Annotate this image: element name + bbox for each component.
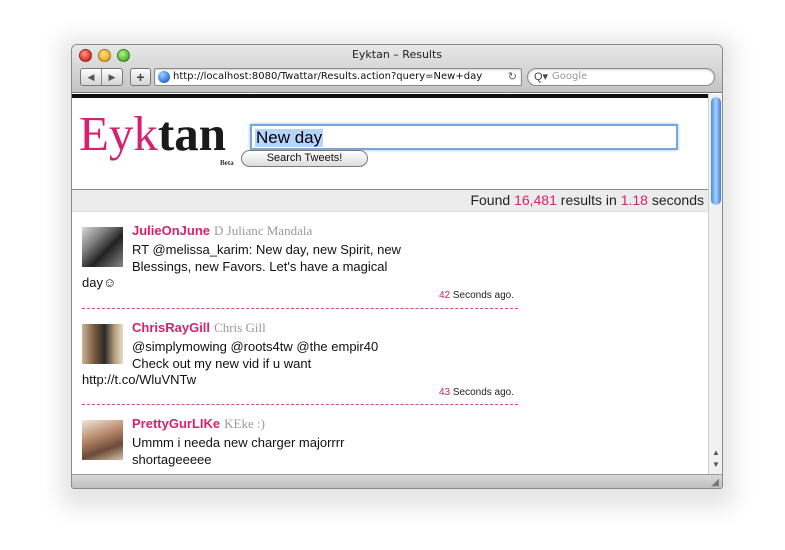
forward-arrow-icon: ▶ bbox=[108, 71, 116, 82]
browser-window: Eyktan – Results ◀ ▶ + http://localhost:… bbox=[71, 44, 723, 489]
username[interactable]: JulieOnJune bbox=[132, 223, 210, 238]
logo-part-1: Eyk bbox=[79, 106, 158, 161]
tweet-text: RT @melissa_karim: New day, new Spirit, … bbox=[132, 242, 401, 274]
tweet-text: @simplymowing @roots4tw @the empir40 Che… bbox=[132, 339, 379, 371]
tweet-author: ChrisRayGill Chris Gill bbox=[132, 320, 266, 336]
tweet-item: PrettyGurLIKe KEke :) Ummm i needa new ch… bbox=[82, 404, 518, 474]
nav-buttons: ◀ ▶ bbox=[80, 68, 123, 86]
tweet-search-input[interactable]: New day bbox=[250, 124, 678, 150]
reload-icon[interactable]: ↻ bbox=[508, 70, 517, 83]
tweet-author: JulieOnJune D Julianc Mandala bbox=[132, 223, 312, 239]
tweet-item: ChrisRayGill Chris Gill @simplymowing @ro… bbox=[82, 308, 518, 404]
resize-grip-icon[interactable]: ◢ bbox=[711, 477, 719, 488]
results-summary: Found 16,481 results in 1.18 seconds bbox=[72, 190, 708, 212]
results-count: 16,481 bbox=[514, 192, 557, 208]
window-title: Eyktan – Results bbox=[351, 48, 443, 61]
avatar[interactable] bbox=[82, 227, 123, 267]
plus-icon: + bbox=[136, 69, 145, 85]
results-time: 1.18 bbox=[620, 192, 648, 208]
tweet-author: PrettyGurLIKe KEke :) bbox=[132, 416, 265, 432]
page-header: Eyktan Beta New day Search Tweets! bbox=[72, 98, 708, 190]
found-prefix: Found bbox=[470, 192, 515, 208]
real-name: Chris Gill bbox=[214, 320, 266, 335]
tweet-time: 43 Seconds ago. bbox=[439, 387, 514, 398]
vertical-scrollbar[interactable]: ▲ ▼ bbox=[708, 94, 722, 474]
time-suffix: Seconds ago. bbox=[450, 290, 514, 301]
web-search-placeholder: Google bbox=[552, 71, 588, 82]
scroll-thumb[interactable] bbox=[711, 97, 721, 205]
forward-button[interactable]: ▶ bbox=[101, 69, 122, 85]
found-mid: results in bbox=[556, 192, 621, 208]
real-name: D Julianc Mandala bbox=[214, 223, 313, 238]
search-tweets-button[interactable]: Search Tweets! bbox=[241, 150, 368, 167]
tweet-time: 42 Seconds ago. bbox=[439, 290, 514, 301]
title-bar: Eyktan – Results ◀ ▶ + http://localhost:… bbox=[72, 45, 722, 93]
back-arrow-icon: ◀ bbox=[87, 71, 95, 82]
tweet-item: JulieOnJune D Julianc Mandala RT @melissa… bbox=[82, 212, 518, 308]
time-suffix: Seconds ago. bbox=[450, 387, 514, 398]
avatar[interactable] bbox=[82, 324, 123, 364]
avatar[interactable] bbox=[82, 420, 123, 460]
tweet-list: JulieOnJune D Julianc Mandala RT @melissa… bbox=[72, 212, 708, 474]
username[interactable]: PrettyGurLIKe bbox=[132, 416, 220, 431]
logo-part-2: tan bbox=[157, 106, 227, 161]
page-viewport: Eyktan Beta New day Search Tweets! Found… bbox=[72, 94, 708, 474]
add-bookmark-button[interactable]: + bbox=[130, 68, 151, 86]
time-value: 42 bbox=[438, 290, 451, 301]
globe-icon bbox=[158, 71, 170, 83]
real-name: KEke :) bbox=[224, 416, 265, 431]
status-bar: ◢ bbox=[72, 474, 722, 488]
found-suffix: seconds bbox=[647, 192, 704, 208]
url-text: http://localhost:8080/Twattar/Results.ac… bbox=[173, 71, 483, 82]
time-value: 43 bbox=[438, 387, 451, 398]
username[interactable]: ChrisRayGill bbox=[132, 320, 210, 335]
scroll-up-arrow-icon[interactable]: ▲ bbox=[712, 448, 720, 457]
web-search-field[interactable]: Q▾ Google bbox=[527, 68, 715, 86]
back-button[interactable]: ◀ bbox=[81, 69, 101, 85]
tweet-link[interactable]: http://t.co/WluVNTw bbox=[82, 371, 196, 388]
tweet-text-wrap: day☺ bbox=[82, 275, 117, 290]
eyktan-logo[interactable]: Eyktan bbox=[79, 104, 226, 164]
scroll-down-arrow-icon[interactable]: ▼ bbox=[712, 460, 720, 469]
tweet-text: Ummm i needa new charger majorrrr shorta… bbox=[132, 435, 345, 467]
address-bar[interactable]: http://localhost:8080/Twattar/Results.ac… bbox=[154, 68, 522, 86]
beta-label: Beta bbox=[220, 159, 234, 167]
query-value: New day bbox=[255, 128, 324, 147]
search-icon: Q▾ bbox=[534, 71, 549, 83]
